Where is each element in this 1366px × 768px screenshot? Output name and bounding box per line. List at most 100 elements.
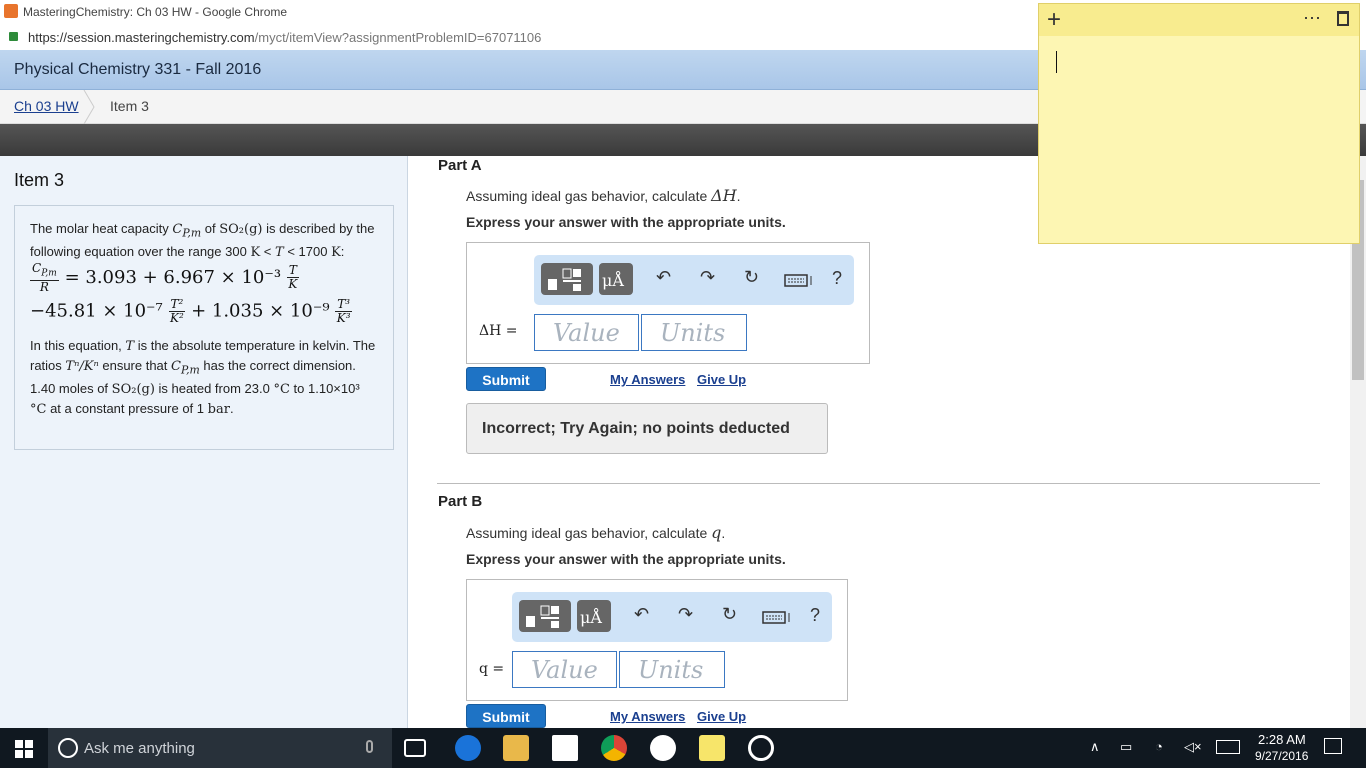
cp-letter: C <box>172 222 183 237</box>
reset-icon[interactable]: ↻ <box>744 267 759 288</box>
question-text: Assuming ideal gas behavior, calculate <box>466 525 708 541</box>
bar-unit: bar <box>207 402 230 418</box>
undo-icon[interactable]: ↶ <box>634 604 649 625</box>
search-placeholder: Ask me anything <box>84 740 195 757</box>
wifi-icon[interactable]: ◔ <box>1155 739 1163 754</box>
part-b-value-input[interactable]: Value <box>512 651 617 688</box>
edge-browser-icon[interactable] <box>455 735 481 761</box>
cp-letter: C <box>171 358 181 374</box>
part-b-units-input[interactable]: Units <box>619 651 725 688</box>
keyboard-icon[interactable] <box>762 609 792 625</box>
show-hidden-icons-icon[interactable]: ∧ <box>1090 739 1100 755</box>
sticky-notes-icon[interactable] <box>699 735 725 761</box>
start-button[interactable] <box>15 740 33 758</box>
chrome-icon[interactable] <box>601 735 627 761</box>
part-a-value-input[interactable]: Value <box>534 314 639 351</box>
part-b-my-answers-link[interactable]: My Answers <box>610 709 685 724</box>
breadcrumb-item: Item 3 <box>110 98 149 114</box>
part-b-submit-button[interactable]: Submit <box>466 704 546 728</box>
equation-line-2: −45.81 × 10⁻⁷ T² K² + 1.035 × 10⁻⁹ T³ K³ <box>30 296 378 336</box>
breadcrumb-assignment-link[interactable]: Ch 03 HW <box>14 98 79 114</box>
site-favicon-icon <box>4 4 18 18</box>
problem-text: is heated from 23.0 <box>158 381 270 397</box>
cortana-icon <box>58 738 78 758</box>
camera-app-icon[interactable] <box>748 735 774 761</box>
templates-icon <box>526 605 559 628</box>
cortana-search-box[interactable]: Ask me anything <box>48 728 392 768</box>
undo-icon[interactable]: ↶ <box>656 267 671 288</box>
clock-date[interactable]: 9/27/2016 <box>1255 749 1308 763</box>
delete-note-icon[interactable] <box>1337 11 1349 26</box>
keyboard-icon[interactable] <box>784 272 814 288</box>
units-button[interactable]: μÅ <box>577 600 611 632</box>
breadcrumb-separator-icon <box>83 90 95 124</box>
problem-text: In this equation, <box>30 337 122 353</box>
cp-over-r-fraction: CP,m R <box>30 260 59 294</box>
battery-icon[interactable]: ▭ <box>1120 739 1132 755</box>
url-text[interactable]: https://session.masteringchemistry.com/m… <box>28 30 541 45</box>
frac2-num: T² <box>168 296 186 312</box>
part-a-math-toolbar: μÅ ↶ ↷ ↻ ? <box>534 255 854 305</box>
help-icon[interactable]: ? <box>832 268 842 289</box>
part-a-question: Assuming ideal gas behavior, calculate Δ… <box>466 186 741 205</box>
part-b-answer-box: μÅ ↶ ↷ ↻ ? q = Value Units <box>466 579 848 701</box>
part-a-submit-button[interactable]: Submit <box>466 367 546 391</box>
part-b-answer-label: q = <box>479 661 505 677</box>
part-b-give-up-link[interactable]: Give Up <box>697 709 746 724</box>
problem-text: of <box>204 221 216 236</box>
templates-button[interactable] <box>541 263 593 295</box>
kelvin-unit: K <box>250 244 261 260</box>
problem-intro: The molar heat capacity CP,m of SO₂(g) i… <box>30 221 375 260</box>
problem-statement: The molar heat capacity CP,m of SO₂(g) i… <box>14 205 394 450</box>
cp-symbol: CP,m <box>172 222 202 240</box>
part-a-instruction: Express your answer with the appropriate… <box>466 214 786 230</box>
google-icon[interactable] <box>650 735 676 761</box>
temperature-symbol: T <box>125 338 135 354</box>
lock-icon <box>9 32 18 41</box>
t3-over-k3-fraction: T³ K³ <box>335 296 353 325</box>
task-view-icon[interactable] <box>404 739 426 757</box>
part-a-title: Part A <box>438 157 482 174</box>
part-a-answer-box: μÅ ↶ ↷ ↻ ? ΔH = Value Units <box>466 242 870 364</box>
units-button[interactable]: μÅ <box>599 263 633 295</box>
notifications-icon[interactable] <box>1324 738 1342 754</box>
part-b-question: Assuming ideal gas behavior, calculate q… <box>466 523 726 542</box>
microphone-icon[interactable] <box>366 740 373 753</box>
part-a-units-input[interactable]: Units <box>641 314 747 351</box>
problem-text: The molar heat capacity <box>30 221 169 236</box>
file-explorer-icon[interactable] <box>503 735 529 761</box>
part-b-math-toolbar: μÅ ↶ ↷ ↻ ? <box>512 592 832 642</box>
problem-text: at a constant pressure of 1 <box>50 401 205 417</box>
url-host: https://session.masteringchemistry.com <box>28 30 255 45</box>
touch-keyboard-icon[interactable] <box>1216 740 1240 754</box>
part-b-title: Part B <box>438 493 483 510</box>
frac3-den: K³ <box>336 310 351 325</box>
templates-icon <box>548 268 581 291</box>
question-symbol: ΔH <box>711 186 737 205</box>
cp-frac-num: C <box>32 260 42 275</box>
t2-over-k2-fraction: T² K² <box>168 296 186 325</box>
ratio-expression: Tⁿ/Kⁿ <box>65 358 99 374</box>
frac3-num: T³ <box>335 296 353 312</box>
redo-icon[interactable]: ↷ <box>678 604 693 625</box>
part-a-feedback: Incorrect; Try Again; no points deducted <box>466 403 828 454</box>
volume-muted-icon[interactable]: ◁× <box>1184 739 1202 755</box>
equation-terms-2b: + 1.035 × 10⁻⁹ <box>191 300 330 322</box>
part-divider <box>437 483 1320 484</box>
part-a-my-answers-link[interactable]: My Answers <box>610 372 685 387</box>
clock-time[interactable]: 2:28 AM <box>1258 732 1306 747</box>
reset-icon[interactable]: ↻ <box>722 604 737 625</box>
cp-subscript: P,m <box>182 226 202 240</box>
windows-taskbar: Ask me anything ∧ ▭ ◔ ◁× 2:28 AM 9/27/20… <box>0 728 1366 768</box>
more-options-icon[interactable]: ⋯ <box>1303 8 1321 29</box>
sticky-note[interactable]: + ⋯ <box>1038 3 1360 244</box>
sticky-note-header: + ⋯ <box>1039 4 1359 36</box>
templates-button[interactable] <box>519 600 571 632</box>
part-a-give-up-link[interactable]: Give Up <box>697 372 746 387</box>
add-note-icon[interactable]: + <box>1047 6 1061 34</box>
redo-icon[interactable]: ↷ <box>700 267 715 288</box>
help-icon[interactable]: ? <box>810 605 820 626</box>
store-icon[interactable] <box>552 735 578 761</box>
problem-text: 1700 <box>298 243 328 259</box>
window-title: MasteringChemistry: Ch 03 HW - Google Ch… <box>23 5 288 19</box>
